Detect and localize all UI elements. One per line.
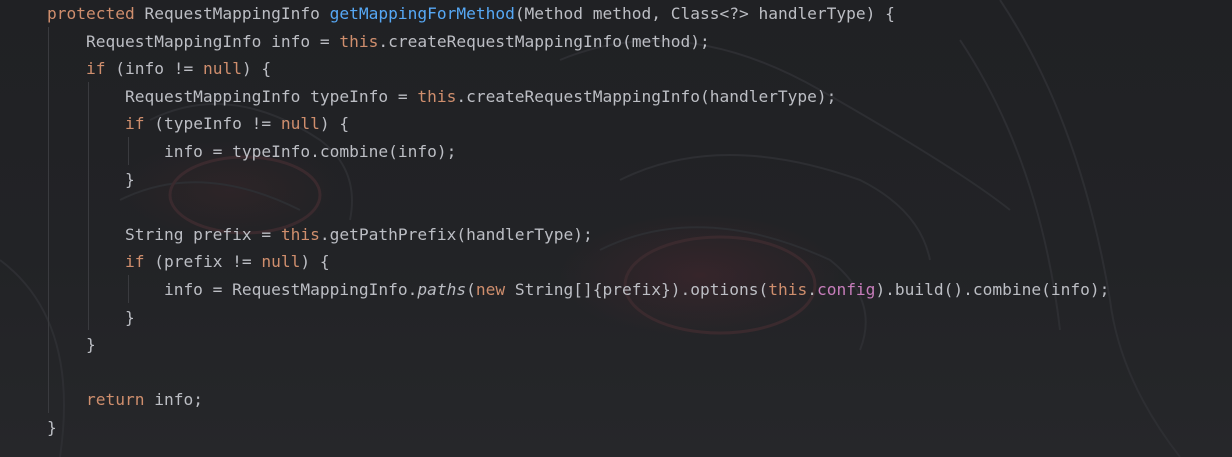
code-line[interactable]: } [0, 331, 1232, 359]
code-token: . [807, 279, 817, 299]
code-token: info; [144, 390, 203, 410]
code-line[interactable]: return info; [0, 386, 1232, 414]
code-token: null [202, 59, 242, 79]
code-token: this [280, 224, 320, 244]
code-token: ) { [319, 114, 350, 134]
code-token: RequestMappingInfo typeInfo = [47, 86, 418, 106]
code-token: info = RequestMappingInfo. [47, 279, 418, 299]
code-token: if [124, 114, 145, 134]
code-line[interactable]: if (prefix != null) { [0, 248, 1232, 276]
code-token: ( [466, 279, 476, 299]
code-token: String[]{prefix}).options( [505, 279, 769, 299]
code-token: } [47, 335, 96, 355]
code-token: this [339, 31, 379, 51]
code-line[interactable]: } [0, 414, 1232, 442]
code-token: (Method method, Class<?> handlerType) { [514, 4, 895, 23]
code-line[interactable]: } [0, 166, 1232, 194]
code-token: RequestMappingInfo [134, 4, 330, 23]
code-token: .createRequestMappingInfo(method); [378, 31, 710, 51]
code-token: return [85, 390, 145, 410]
code-line[interactable]: RequestMappingInfo info = this.createReq… [0, 28, 1232, 56]
code-token: protected [47, 4, 135, 23]
code-token: info = typeInfo.combine(info); [47, 141, 457, 161]
code-line[interactable] [0, 359, 1232, 387]
code-token: config [816, 279, 876, 299]
code-token: (typeInfo != [144, 114, 281, 134]
code-line[interactable]: info = typeInfo.combine(info); [0, 138, 1232, 166]
code-token: (prefix != [144, 252, 262, 272]
code-token: } [47, 307, 135, 327]
code-token: ).build().combine(info); [875, 279, 1110, 299]
code-token: getMappingForMethod [329, 4, 515, 23]
code-token: if [85, 59, 106, 79]
code-token: (info != [105, 59, 203, 79]
code-line[interactable]: if (typeInfo != null) { [0, 110, 1232, 138]
code-token: ) { [300, 252, 330, 272]
code-token: .getPathPrefix(handlerType); [319, 224, 593, 244]
code-line[interactable] [0, 193, 1232, 221]
code-token: } [47, 417, 57, 437]
code-token: .createRequestMappingInfo(handlerType); [456, 86, 837, 106]
code-token: this [417, 86, 457, 106]
code-token: if [124, 252, 145, 272]
code-line[interactable]: protected RequestMappingInfo getMappingF… [0, 0, 1232, 28]
code-token: null [280, 114, 320, 134]
code-line[interactable]: if (info != null) { [0, 55, 1232, 83]
code-token: ) { [241, 59, 272, 79]
code-line[interactable]: info = RequestMappingInfo.paths(new Stri… [0, 276, 1232, 304]
code-line[interactable]: } [0, 304, 1232, 332]
code-token: null [261, 252, 301, 272]
code-token: new [475, 279, 506, 299]
code-line[interactable]: RequestMappingInfo typeInfo = this.creat… [0, 83, 1232, 111]
code-area[interactable]: protected RequestMappingInfo getMappingF… [0, 0, 1232, 442]
code-token: this [768, 279, 808, 299]
code-token: String prefix = [47, 224, 281, 244]
code-token: } [47, 169, 135, 189]
code-token: paths [417, 279, 467, 299]
code-editor[interactable]: protected RequestMappingInfo getMappingF… [0, 0, 1232, 457]
code-token: RequestMappingInfo info = [47, 31, 340, 51]
code-line[interactable]: String prefix = this.getPathPrefix(handl… [0, 221, 1232, 249]
